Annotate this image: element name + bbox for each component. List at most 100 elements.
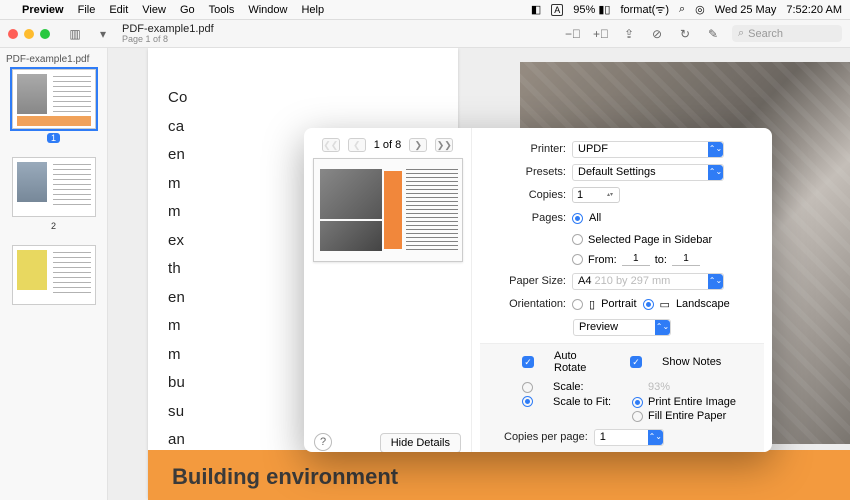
menu-file[interactable]: File <box>78 4 96 16</box>
menu-go[interactable]: Go <box>180 4 195 16</box>
hide-details-button[interactable]: Hide Details <box>380 433 461 452</box>
pages-label: Pages: <box>490 212 566 224</box>
keyboard-icon[interactable]: A <box>551 4 563 16</box>
cpp-label: Copies per page: <box>504 431 588 443</box>
orientation-landscape-radio[interactable] <box>643 299 654 310</box>
presets-label: Presets: <box>490 166 566 178</box>
print-dialog: ❮❮ ❮ 1 of 8 ❯ ❯❯ ? Hide Details Pri <box>304 128 772 452</box>
pages-sidebar-label: Selected Page in Sidebar <box>588 234 712 246</box>
orientation-landscape-label: Landscape <box>676 298 730 310</box>
show-notes-checkbox[interactable]: ✓ <box>630 356 642 368</box>
thumbnail-page-2[interactable] <box>12 157 96 217</box>
share-icon[interactable]: ⇪ <box>620 25 638 43</box>
highlight-icon[interactable]: ⊘ <box>648 25 666 43</box>
scale-label: Scale: <box>553 381 628 393</box>
chevron-updown-icon: ⌃⌄ <box>648 430 663 445</box>
window-controls[interactable] <box>8 29 50 39</box>
scale-to-fit-label: Scale to Fit: <box>553 396 612 408</box>
menu-window[interactable]: Window <box>248 4 287 16</box>
pages-sidebar-radio[interactable] <box>572 234 583 245</box>
show-notes-label: Show Notes <box>662 356 752 368</box>
chevron-updown-icon: ⌃⌄ <box>655 320 670 335</box>
pages-range-radio[interactable] <box>572 254 583 265</box>
auto-rotate-checkbox[interactable]: ✓ <box>522 356 534 368</box>
filename-label: PDF-example1.pdf <box>122 23 214 35</box>
document-viewport[interactable]: Cocaenmmexthenmmbusuanrodata fusion. Bui… <box>108 48 850 500</box>
thumbnail-page-3[interactable] <box>12 245 96 305</box>
orientation-portrait-radio[interactable] <box>572 299 583 310</box>
status-icon[interactable]: ◧ <box>531 3 541 16</box>
section-select[interactable]: Preview⌃⌄ <box>573 319 671 336</box>
thumbnail-page-1[interactable] <box>12 69 96 129</box>
sidebar-toggle-icon[interactable]: ▥ <box>66 25 84 43</box>
menubar-date[interactable]: Wed 25 May <box>715 4 777 16</box>
siri-icon[interactable]: ◎ <box>695 3 705 16</box>
thumbnail-pagenum-2: 2 <box>51 221 56 231</box>
pages-from-input[interactable]: 1 <box>622 253 650 266</box>
menubar: Preview File Edit View Go Tools Window H… <box>0 0 850 20</box>
rotate-icon[interactable]: ↻ <box>676 25 694 43</box>
print-entire-radio[interactable] <box>632 397 643 408</box>
pages-all-label: All <box>589 212 601 224</box>
markup-icon[interactable]: ✎ <box>704 25 722 43</box>
heading-band: Building environment <box>148 450 850 500</box>
pages-to-input[interactable]: 1 <box>672 253 700 266</box>
portrait-icon: ▯ <box>589 298 595 311</box>
menu-edit[interactable]: Edit <box>109 4 128 16</box>
zoom-in-icon[interactable]: +⃝ <box>592 25 610 43</box>
preview-page-indicator: 1 of 8 <box>374 139 402 151</box>
chevron-updown-icon: ⌃⌄ <box>708 165 723 180</box>
search-field[interactable]: ⌕ Search <box>732 25 842 42</box>
page-heading: Building environment <box>172 464 826 490</box>
menu-tools[interactable]: Tools <box>209 4 235 16</box>
thumbnail-sidebar: PDF-example1.pdf 1 2 <box>0 48 108 500</box>
thumbnail-pagenum-1: 1 <box>47 133 60 143</box>
pages-all-radio[interactable] <box>572 213 583 224</box>
app-menu[interactable]: Preview <box>22 4 64 16</box>
printer-select[interactable]: UPDF⌃⌄ <box>572 141 724 158</box>
scale-radio[interactable] <box>522 382 533 393</box>
scale-to-fit-radio[interactable] <box>522 396 533 407</box>
first-page-icon[interactable]: ❮❮ <box>322 138 340 152</box>
sidebar-doc-label: PDF-example1.pdf <box>6 54 101 65</box>
menu-help[interactable]: Help <box>301 4 324 16</box>
pages-from-label: From: <box>588 254 617 266</box>
papersize-select[interactable]: A4 210 by 297 mm⌃⌄ <box>572 273 724 290</box>
pages-to-label: to: <box>655 254 667 266</box>
orientation-label: Orientation: <box>490 298 566 310</box>
fill-paper-label: Fill Entire Paper <box>648 410 726 422</box>
stepper-icon: ▴▾ <box>607 189 617 201</box>
fill-paper-radio[interactable] <box>632 411 643 422</box>
next-page-icon[interactable]: ❯ <box>409 138 427 152</box>
page-indicator-label: Page 1 of 8 <box>122 35 214 45</box>
chevron-updown-icon: ⌃⌄ <box>708 142 723 157</box>
search-placeholder: Search <box>748 28 783 40</box>
prev-page-icon[interactable]: ❮ <box>348 138 366 152</box>
auto-rotate-label: Auto Rotate <box>554 350 610 374</box>
scale-value: 93% <box>648 381 752 393</box>
last-page-icon[interactable]: ❯❯ <box>435 138 453 152</box>
print-entire-label: Print Entire Image <box>648 396 736 408</box>
menubar-time[interactable]: 7:52:20 AM <box>786 4 842 16</box>
preview-thumbnail <box>313 158 463 262</box>
print-preview-pane: ❮❮ ❮ 1 of 8 ❯ ❯❯ ? Hide Details <box>304 128 472 452</box>
control-center-icon[interactable]: ⌕ <box>679 3 685 16</box>
papersize-label: Paper Size: <box>490 275 566 287</box>
landscape-icon: ▭ <box>660 298 670 311</box>
zoom-out-icon[interactable]: −⃝ <box>564 25 582 43</box>
orientation-portrait-label: Portrait <box>601 298 636 310</box>
copies-label: Copies: <box>490 189 566 201</box>
chevron-updown-icon: ⌃⌄ <box>708 274 723 289</box>
copies-stepper[interactable]: 1▴▾ <box>572 187 620 203</box>
menu-view[interactable]: View <box>142 4 166 16</box>
battery-status[interactable]: 95% ▮▯ <box>573 3 610 16</box>
cpp-select[interactable]: 1⌃⌄ <box>594 429 664 446</box>
window-toolbar: ▥ ▾ PDF-example1.pdf Page 1 of 8 −⃝ +⃝ ⇪… <box>0 20 850 48</box>
printer-label: Printer: <box>490 143 566 155</box>
help-button[interactable]: ? <box>314 433 332 451</box>
view-mode-icon[interactable]: ▾ <box>94 25 112 43</box>
search-icon: ⌕ <box>738 27 744 40</box>
presets-select[interactable]: Default Settings⌃⌄ <box>572 164 724 181</box>
window-title: PDF-example1.pdf Page 1 of 8 <box>122 23 214 45</box>
wifi-icon[interactable]: format(ᯤ) <box>620 2 669 17</box>
